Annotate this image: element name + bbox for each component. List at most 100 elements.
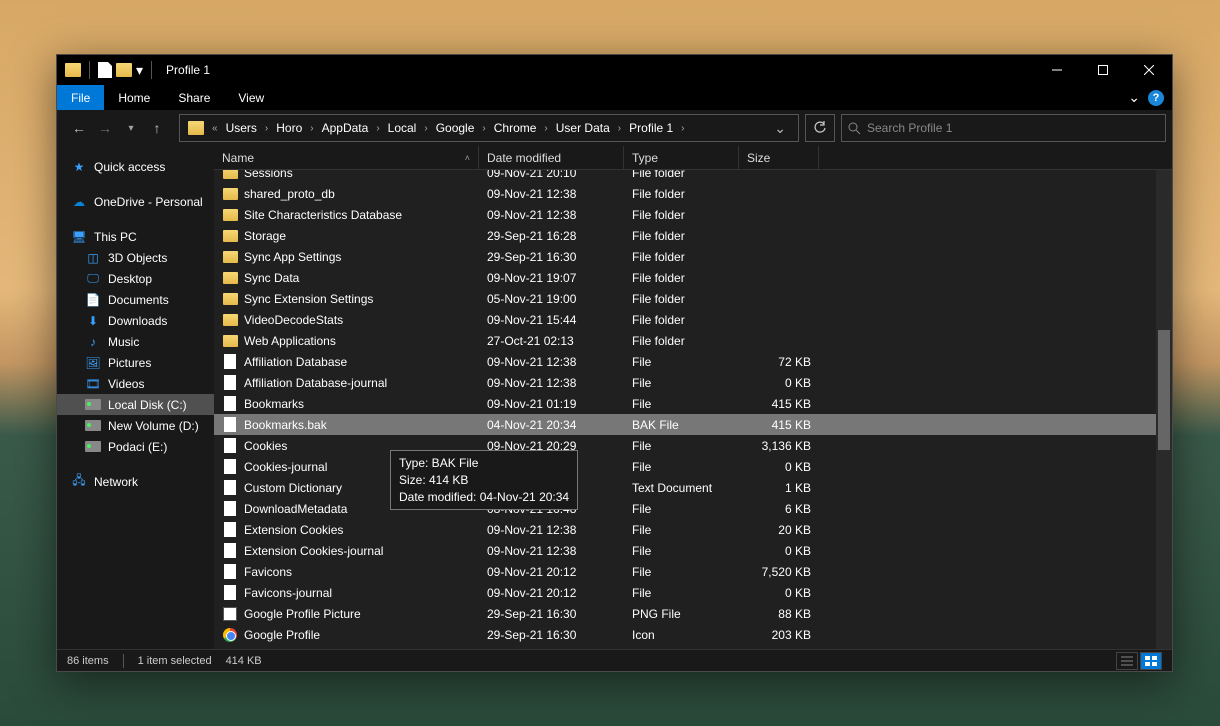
breadcrumb-item[interactable]: AppData — [318, 121, 373, 135]
file-row[interactable]: Favicons-journal09-Nov-21 20:12File0 KB — [214, 582, 1172, 603]
file-name: Affiliation Database-journal — [244, 376, 387, 390]
address-dropdown-icon[interactable]: ⌄ — [774, 120, 786, 137]
file-row[interactable]: Affiliation Database09-Nov-21 12:38File7… — [214, 351, 1172, 372]
file-row[interactable]: Cookies-journal09-Nov-21 20:29File0 KB — [214, 456, 1172, 477]
tab-view[interactable]: View — [224, 85, 278, 110]
help-icon[interactable]: ? — [1148, 90, 1164, 106]
column-name[interactable]: Name˄ — [214, 146, 479, 169]
nav-videos[interactable]: 🎞Videos — [57, 373, 214, 394]
file-row[interactable]: Storage29-Sep-21 16:28File folder — [214, 225, 1172, 246]
tab-home[interactable]: Home — [104, 85, 164, 110]
file-name: Sync Extension Settings — [244, 292, 373, 306]
back-button[interactable]: ← — [69, 120, 89, 136]
star-icon: ★ — [71, 159, 87, 175]
address-bar-row: ← → ▾ ↑ « Users› Horo› AppData› Local› G… — [57, 110, 1172, 146]
column-headers: Name˄ Date modified Type Size — [214, 146, 1172, 170]
file-size: 6 KB — [739, 502, 819, 516]
file-tooltip: Type: BAK File Size: 414 KB Date modifie… — [390, 450, 578, 510]
breadcrumb-item[interactable]: Google — [432, 121, 479, 135]
column-size[interactable]: Size — [739, 146, 819, 169]
file-row[interactable]: Site Characteristics Database09-Nov-21 1… — [214, 204, 1172, 225]
scroll-thumb[interactable] — [1158, 330, 1170, 450]
file-row[interactable]: Favicons09-Nov-21 20:12File7,520 KB — [214, 561, 1172, 582]
maximize-button[interactable] — [1080, 55, 1126, 85]
nav-desktop[interactable]: 🖵Desktop — [57, 268, 214, 289]
breadcrumb[interactable]: « Users› Horo› AppData› Local› Google› C… — [179, 114, 799, 142]
file-row[interactable]: Sessions09-Nov-21 20:10File folder — [214, 170, 1172, 183]
file-type: File folder — [624, 229, 739, 243]
file-size: 0 KB — [739, 460, 819, 474]
file-row[interactable]: Bookmarks.bak04-Nov-21 20:34BAK File415 … — [214, 414, 1172, 435]
file-row[interactable]: Sync Extension Settings05-Nov-21 19:00Fi… — [214, 288, 1172, 309]
column-date[interactable]: Date modified — [479, 146, 624, 169]
nav-local-disk-c[interactable]: Local Disk (C:) — [57, 394, 214, 415]
nav-podaci-e[interactable]: Podaci (E:) — [57, 436, 214, 457]
new-folder-icon[interactable] — [116, 63, 132, 77]
file-row[interactable]: Extension Cookies-journal09-Nov-21 12:38… — [214, 540, 1172, 561]
nav-onedrive[interactable]: ☁ OneDrive - Personal — [57, 191, 214, 212]
column-type[interactable]: Type — [624, 146, 739, 169]
file-row[interactable]: Extension Cookies09-Nov-21 12:38File20 K… — [214, 519, 1172, 540]
file-list[interactable]: Sessions09-Nov-21 20:10File foldershared… — [214, 170, 1172, 649]
up-button[interactable]: ↑ — [147, 120, 167, 136]
file-size: 20 KB — [739, 523, 819, 537]
file-row[interactable]: shared_proto_db09-Nov-21 12:38File folde… — [214, 183, 1172, 204]
qat-dropdown-icon[interactable]: ▾ — [136, 62, 143, 79]
folder-icon — [222, 270, 238, 286]
file-row[interactable]: Google Profile Picture29-Sep-21 16:30PNG… — [214, 603, 1172, 624]
nav-downloads[interactable]: ⬇Downloads — [57, 310, 214, 331]
properties-icon[interactable] — [98, 62, 112, 78]
tooltip-size: Size: 414 KB — [399, 472, 569, 489]
nav-documents[interactable]: 📄Documents — [57, 289, 214, 310]
breadcrumb-item[interactable]: Chrome — [490, 121, 541, 135]
file-row[interactable]: Bookmarks09-Nov-21 01:19File415 KB — [214, 393, 1172, 414]
file-row[interactable]: Sync App Settings29-Sep-21 16:30File fol… — [214, 246, 1172, 267]
file-size: 3,136 KB — [739, 439, 819, 453]
file-row[interactable]: DownloadMetadata08-Nov-21 16:48File6 KB — [214, 498, 1172, 519]
view-details-button[interactable] — [1116, 652, 1138, 670]
history-dropdown-icon[interactable]: ▾ — [121, 123, 141, 134]
file-type: File — [624, 376, 739, 390]
file-date: 09-Nov-21 12:38 — [479, 523, 624, 537]
breadcrumb-item[interactable]: Local — [384, 121, 421, 135]
scrollbar[interactable] — [1156, 170, 1172, 649]
file-row[interactable]: Sync Data09-Nov-21 19:07File folder — [214, 267, 1172, 288]
file-name: shared_proto_db — [244, 187, 335, 201]
file-row[interactable]: VideoDecodeStats09-Nov-21 15:44File fold… — [214, 309, 1172, 330]
nav-new-volume-d[interactable]: New Volume (D:) — [57, 415, 214, 436]
tab-file[interactable]: File — [57, 85, 104, 110]
breadcrumb-item[interactable]: Profile 1 — [625, 121, 677, 135]
file-name: Cookies-journal — [244, 460, 327, 474]
tab-share[interactable]: Share — [164, 85, 224, 110]
file-row[interactable]: Custom DictionaryText Document1 KB — [214, 477, 1172, 498]
file-date: 29-Sep-21 16:30 — [479, 607, 624, 621]
forward-button[interactable]: → — [95, 120, 115, 136]
video-icon: 🎞 — [85, 376, 101, 392]
breadcrumb-item[interactable]: Users — [222, 121, 261, 135]
explorer-window: ▾ Profile 1 File Home Share View ⌄ ? ← →… — [56, 54, 1173, 672]
drive-icon — [85, 418, 101, 434]
file-row[interactable]: Web Applications27-Oct-21 02:13File fold… — [214, 330, 1172, 351]
file-row[interactable]: Affiliation Database-journal09-Nov-21 12… — [214, 372, 1172, 393]
nav-pictures[interactable]: 🖼Pictures — [57, 352, 214, 373]
file-type: File folder — [624, 292, 739, 306]
nav-this-pc[interactable]: 🖥 This PC — [57, 226, 214, 247]
breadcrumb-item[interactable]: User Data — [552, 121, 614, 135]
view-thumbnails-button[interactable] — [1140, 652, 1162, 670]
refresh-button[interactable] — [805, 114, 835, 142]
minimize-button[interactable] — [1034, 55, 1080, 85]
ribbon-expand-icon[interactable]: ⌄ — [1128, 89, 1140, 106]
nav-quick-access[interactable]: ★ Quick access — [57, 156, 214, 177]
file-type: File — [624, 565, 739, 579]
file-row[interactable]: Cookies09-Nov-21 20:29File3,136 KB — [214, 435, 1172, 456]
close-button[interactable] — [1126, 55, 1172, 85]
file-row[interactable]: Google Profile29-Sep-21 16:30Icon203 KB — [214, 624, 1172, 645]
folder-icon — [65, 63, 81, 77]
nav-3d-objects[interactable]: ◫3D Objects — [57, 247, 214, 268]
nav-music[interactable]: ♪Music — [57, 331, 214, 352]
breadcrumb-item[interactable]: Horo — [272, 121, 306, 135]
file-date: 27-Oct-21 02:13 — [479, 334, 624, 348]
search-input[interactable]: Search Profile 1 — [841, 114, 1166, 142]
nav-network[interactable]: 🖧 Network — [57, 471, 214, 492]
file-date: 09-Nov-21 12:38 — [479, 544, 624, 558]
